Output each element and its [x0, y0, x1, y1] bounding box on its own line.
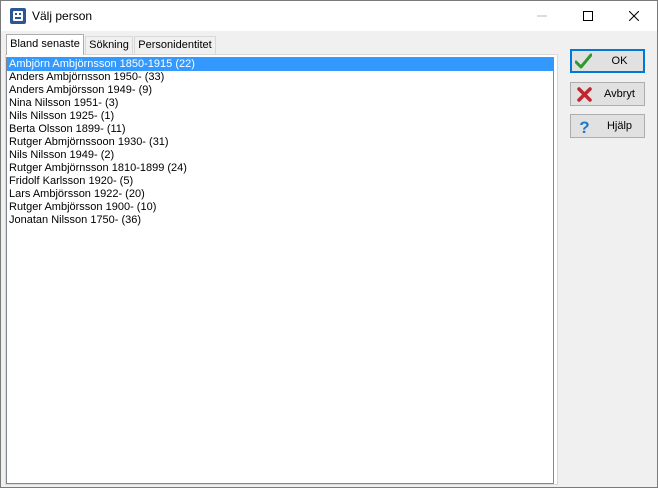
list-item[interactable]: Nina Nilsson 1951- (3)	[7, 97, 553, 110]
tab-label: Bland senaste	[10, 38, 80, 50]
close-icon	[629, 11, 639, 21]
cancel-label: Avbryt	[604, 88, 635, 100]
maximize-icon	[583, 11, 593, 21]
list-item[interactable]: Fridolf Karlsson 1920- (5)	[7, 175, 553, 188]
x-icon	[577, 87, 592, 102]
tab-label: Sökning	[89, 39, 129, 51]
list-item[interactable]: Ambjörn Ambjörnsson 1850-1915 (22)	[7, 58, 553, 71]
list-item[interactable]: Rutger Ambjörnsson 1810-1899 (24)	[7, 162, 553, 175]
list-item[interactable]: Lars Ambjörsson 1922- (20)	[7, 188, 553, 201]
help-label: Hjälp	[606, 120, 633, 132]
ok-button[interactable]: OK	[570, 49, 645, 73]
list-item[interactable]: Rutger Abmjörnssoon 1930- (31)	[7, 136, 553, 149]
maximize-button[interactable]	[565, 1, 611, 31]
list-item[interactable]: Jonatan Nilsson 1750- (36)	[7, 214, 553, 227]
help-button[interactable]: ? Hjälp	[570, 114, 645, 138]
list-item[interactable]: Berta Olsson 1899- (11)	[7, 123, 553, 136]
minimize-icon	[537, 15, 547, 17]
list-item[interactable]: Anders Ambjörsson 1949- (9)	[7, 84, 553, 97]
dialog-window: Välj person Bland senaste Sökning Person…	[0, 0, 658, 488]
close-button[interactable]	[611, 1, 657, 31]
app-icon	[10, 8, 26, 24]
list-item[interactable]: Rutger Ambjörsson 1900- (10)	[7, 201, 553, 214]
svg-text:?: ?	[579, 118, 589, 135]
tab-bland-senaste[interactable]: Bland senaste	[6, 34, 84, 55]
list-item[interactable]: Anders Ambjörnsson 1950- (33)	[7, 71, 553, 84]
tab-sokning[interactable]: Sökning	[85, 36, 133, 54]
tab-label: Personidentitet	[138, 39, 212, 51]
check-icon	[575, 53, 592, 69]
list-item[interactable]: Nils Nilsson 1925- (1)	[7, 110, 553, 123]
list-item[interactable]: Nils Nilsson 1949- (2)	[7, 149, 553, 162]
minimize-button[interactable]	[519, 1, 565, 31]
question-icon: ?	[579, 118, 589, 135]
tab-personidentitet[interactable]: Personidentitet	[134, 36, 216, 54]
title-bar[interactable]: Välj person	[1, 1, 657, 31]
window-title: Välj person	[32, 9, 93, 23]
person-listbox[interactable]: Ambjörn Ambjörnsson 1850-1915 (22) Ander…	[6, 57, 554, 484]
cancel-button[interactable]: Avbryt	[570, 82, 645, 106]
ok-label: OK	[611, 55, 628, 67]
